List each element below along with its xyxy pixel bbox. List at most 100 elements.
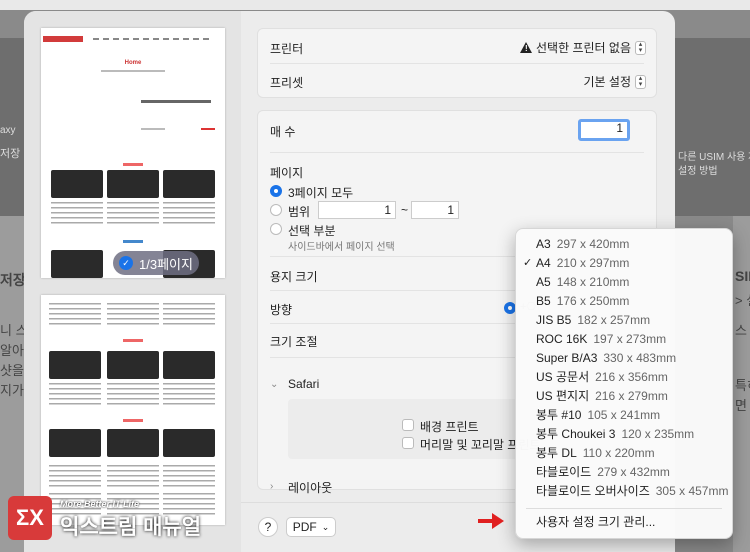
thumb-card [51,170,103,198]
menu-item-size: 216 x 356mm [595,370,668,384]
menu-item-size: 148 x 210mm [556,275,630,289]
help-button[interactable]: ? [258,517,278,537]
menu-item-tabloid[interactable]: 타블로이드 279 x 432mm [516,463,734,482]
range-to-input[interactable]: 1 [411,201,459,219]
range-from-input[interactable]: 1 [318,201,396,219]
scale-label: 크기 조절 [270,335,318,349]
menu-item-a4[interactable]: ✓ A4 210 x 297mm [516,254,734,273]
all-pages-label: 3페이지 모두 [288,186,354,200]
thumb-nav-links [93,38,211,40]
brand-watermark: ΣX More Better IT Life 익스트림 매뉴얼 [8,496,208,546]
background-text: 알아 [0,343,24,358]
selection-hint: 사이드바에서 페이지 선택 [288,242,395,253]
background-card-right [675,38,750,216]
menu-item-us-letter[interactable]: US 편지지 216 x 279mm [516,387,734,406]
brand-tagline: More Better IT Life [60,499,140,509]
menu-divider [526,508,722,509]
menu-item-size: 182 x 257mm [577,313,651,327]
chevron-down-icon[interactable]: ⌄ [270,379,278,390]
thumb-card [49,351,101,379]
pdf-menu-button[interactable]: PDF ⌄ [286,517,336,537]
thumb-text-lines [163,303,215,325]
menu-item-size: 210 x 297mm [556,256,630,270]
page-thumbnail-1[interactable]: Home [41,28,225,278]
print-backgrounds-label: 배경 프린트 [420,420,479,434]
orientation-label: 방향 [270,303,293,317]
thumb-card [163,429,215,457]
background-text: 면 [735,398,747,413]
menu-item-size: 216 x 279mm [595,389,668,403]
updown-chevron-icon: ▴ ▾ [635,74,646,89]
page-thumbnail-2[interactable] [41,295,225,525]
print-backgrounds-checkbox[interactable] [402,419,414,431]
brand-logo-icon: ΣX [8,496,52,540]
thumb-text-lines [107,202,159,224]
menu-item-b5[interactable]: B5 176 x 250mm [516,292,734,311]
menu-item-envelope-10[interactable]: 봉투 #10 105 x 241mm [516,406,734,425]
divider [270,63,644,64]
thumb-card [107,170,159,198]
thumb-logo [43,36,83,42]
chevron-down-icon: ⌄ [321,521,330,532]
brand-name: 익스트림 매뉴얼 [60,516,202,539]
menu-item-name: 봉투 #10 [536,408,582,422]
menu-item-jis-b5[interactable]: JIS B5 182 x 257mm [516,311,734,330]
thumb-card [163,351,215,379]
background-text: 샷을 [0,363,24,378]
safari-section-label[interactable]: Safari [288,377,319,391]
thumb-hero-meta [141,128,165,130]
menu-item-name: 봉투 Choukei 3 [536,427,616,441]
menu-item-a5[interactable]: A5 148 x 210mm [516,273,734,292]
printer-label: 프린터 [270,42,304,56]
thumb-hero-link [201,128,215,130]
preset-select[interactable]: 기본 설정 ▴ ▾ [583,73,646,90]
thumb-card [107,351,159,379]
menu-item-envelope-choukei-3[interactable]: 봉투 Choukei 3 120 x 235mm [516,425,734,444]
chevron-right-icon[interactable]: › [270,481,273,492]
menu-item-name: A4 [536,256,551,270]
menu-item-roc-16k[interactable]: ROC 16K 197 x 273mm [516,330,734,349]
warning-icon: ! [520,42,532,53]
headers-footers-checkbox[interactable] [402,437,414,449]
menu-item-us-legal[interactable]: US 공문서 216 x 356mm [516,368,734,387]
background-text: 저장 [0,272,26,288]
preset-label: 프리셋 [270,76,304,90]
range-radio[interactable] [270,204,282,216]
thumb-text-lines [107,303,159,325]
manage-custom-sizes-item[interactable]: 사용자 설정 크기 관리... [516,513,734,532]
menu-item-super-ba3[interactable]: Super B/A3 330 x 483mm [516,349,734,368]
menu-item-size: 197 x 273mm [593,332,667,346]
menu-item-size: 330 x 483mm [603,351,677,365]
menu-item-name: ROC 16K [536,332,588,346]
thumb-section-heading [123,419,143,422]
paper-size-label: 용지 크기 [270,270,318,284]
menu-item-size: 305 x 457mm [655,484,729,498]
pdf-label: PDF [292,520,317,534]
menu-item-a3[interactable]: A3 297 x 420mm [516,235,734,254]
background-text: > 설 [735,293,750,308]
printer-select[interactable]: ! 선택한 프린터 없음 ▴ ▾ [520,39,646,56]
background-text: 다른 USIM 사용 제 [678,152,750,163]
thumb-section-heading [123,163,143,166]
layout-section-label[interactable]: 레이아웃 [288,479,332,496]
background-text: 설정 방법 [678,166,718,177]
copies-input[interactable]: 1 [578,119,630,141]
preset-value: 기본 설정 [583,75,632,89]
menu-item-name: 타블로이드 오버사이즈 [536,484,650,498]
thumb-text-lines [163,465,215,487]
thumb-hero-text [141,100,211,103]
thumb-card [107,429,159,457]
thumb-text-lines [51,202,103,224]
thumb-text-lines [163,383,215,405]
thumb-text-lines [49,383,101,405]
background-text: 저장 [0,148,21,160]
thumb-text-lines [49,303,101,325]
all-pages-radio[interactable] [270,185,282,197]
thumb-card [51,250,103,278]
menu-item-envelope-dl[interactable]: 봉투 DL 110 x 220mm [516,444,734,463]
thumb-subtitle [101,70,165,72]
menu-item-size: 176 x 250mm [556,294,630,308]
selection-radio[interactable] [270,223,282,235]
menu-item-tabloid-oversize[interactable]: 타블로이드 오버사이즈 305 x 457mm [516,482,734,501]
menu-item-name: 봉투 DL [536,446,577,460]
